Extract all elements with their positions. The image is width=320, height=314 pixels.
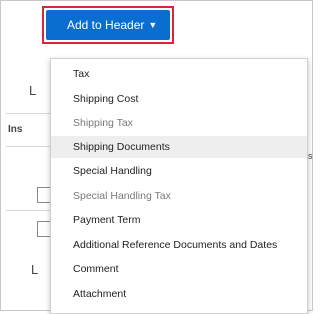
add-to-header-label: Add to Header [67, 18, 145, 32]
menu-item-attachment[interactable]: Attachment [51, 283, 307, 305]
divider [6, 113, 50, 114]
menu-item-additional-reference-documents[interactable]: Additional Reference Documents and Dates [51, 234, 307, 256]
background-input-fragment [37, 221, 51, 237]
chevron-down-icon: ▼ [148, 20, 158, 30]
menu-item-special-handling-tax[interactable]: Special Handling Tax [51, 185, 307, 207]
add-to-header-button[interactable]: Add to Header ▼ [46, 10, 170, 40]
menu-item-comment[interactable]: Comment [51, 258, 307, 280]
menu-item-tax[interactable]: Tax [51, 63, 307, 85]
divider [6, 146, 50, 147]
background-text-fragment: s [308, 151, 313, 161]
menu-item-special-handling[interactable]: Special Handling [51, 160, 307, 182]
divider [6, 210, 50, 211]
background-column-header-fragment: Ins [8, 124, 23, 135]
menu-item-payment-term[interactable]: Payment Term [51, 209, 307, 231]
add-to-header-menu: Tax Shipping Cost Shipping Tax Shipping … [50, 58, 308, 314]
menu-item-shipping-documents[interactable]: Shipping Documents [51, 136, 307, 158]
background-label-fragment: L [31, 262, 39, 277]
background-input-fragment [37, 187, 51, 203]
background-label-fragment: L [29, 83, 37, 98]
menu-item-shipping-cost[interactable]: Shipping Cost [51, 88, 307, 110]
menu-item-shipping-tax[interactable]: Shipping Tax [51, 112, 307, 134]
